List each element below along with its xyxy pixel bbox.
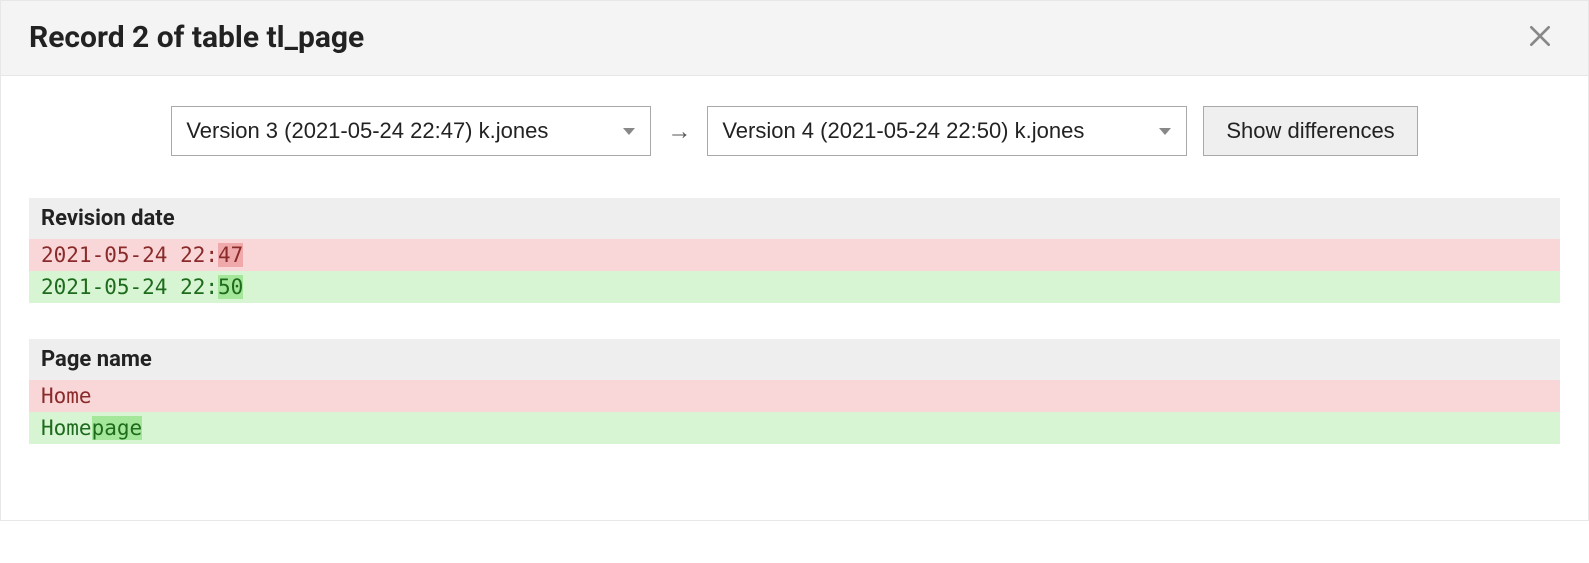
close-icon — [1527, 23, 1553, 52]
diff-block: Page name Home Homepage — [29, 339, 1560, 444]
show-differences-button[interactable]: Show differences — [1203, 106, 1417, 156]
diff-new-value: Homepage — [29, 412, 1560, 444]
version-controls: → Show differences — [29, 106, 1560, 156]
version-diff-modal: Record 2 of table tl_page → — [0, 0, 1589, 521]
to-version-select-wrap — [707, 106, 1187, 156]
from-version-select-wrap — [171, 106, 651, 156]
diff-field-label: Page name — [29, 339, 1560, 380]
modal-title: Record 2 of table tl_page — [29, 20, 364, 55]
from-version-select[interactable] — [171, 106, 651, 156]
diff-old-value: Home — [29, 380, 1560, 412]
close-button[interactable] — [1520, 17, 1560, 57]
modal-header: Record 2 of table tl_page — [1, 1, 1588, 76]
to-version-select[interactable] — [707, 106, 1187, 156]
modal-body: → Show differences Revision date 2021-05… — [1, 76, 1588, 520]
diff-field-label: Revision date — [29, 198, 1560, 239]
diff-old-value: 2021-05-24 22:47 — [29, 239, 1560, 271]
diff-block: Revision date 2021-05-24 22:47 2021-05-2… — [29, 198, 1560, 303]
diff-new-value: 2021-05-24 22:50 — [29, 271, 1560, 303]
arrow-right-icon: → — [667, 117, 691, 146]
